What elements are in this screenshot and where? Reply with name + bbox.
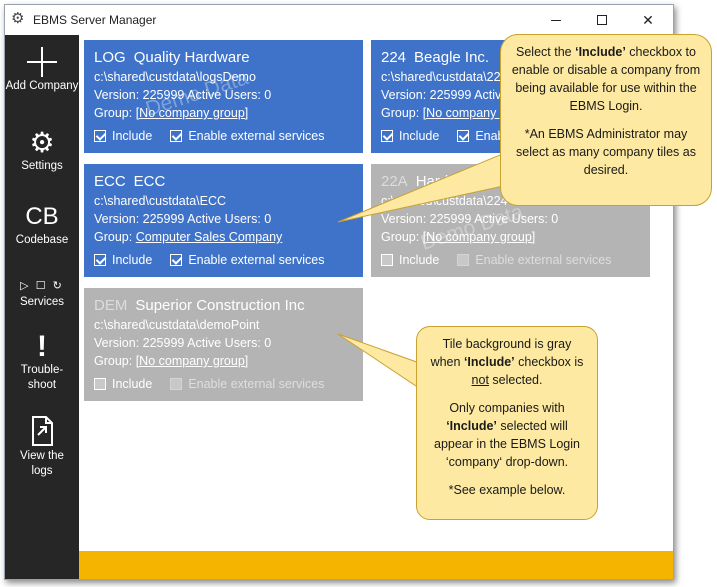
maximize-button[interactable] [579, 5, 625, 35]
minimize-button[interactable] [533, 5, 579, 35]
add-company-label: Add Company [5, 80, 79, 92]
version-value: 225999 [142, 88, 185, 102]
sidebar: Add Company ⚙ Settings CB Codebase ▷ ☐ ↻… [5, 35, 79, 579]
gray-tile-info-callout: Tile background is gray when ‘Include’ c… [416, 326, 598, 520]
codebase-icon: CB [25, 203, 59, 230]
version-label: Version: [381, 212, 427, 226]
checkbox-box [381, 254, 393, 266]
external-services-checkbox[interactable]: Enable external services [170, 129, 325, 143]
version-value: 225999 [142, 336, 185, 350]
include-info-callout: Select the ‘Include’ checkbox to enable … [500, 34, 712, 206]
version-value: 225999 [429, 88, 472, 102]
external-services-checkbox[interactable]: Enable external services [457, 253, 612, 267]
play-stop-restart-icon: ▷ ☐ ↻ [20, 280, 64, 292]
title-bar[interactable]: ⚙ EBMS Server Manager ✕ [5, 5, 673, 35]
company-code: 224 [381, 49, 407, 66]
active-users-value: 0 [264, 336, 272, 350]
checkbox-box [457, 254, 470, 266]
company-path: c:\shared\custdata\demoPoint [94, 318, 260, 332]
version-value: 225999 [142, 212, 185, 226]
status-footer-bar [79, 551, 673, 579]
group-label: Group: [94, 106, 133, 120]
check-icon [457, 130, 470, 142]
company-code: DEM [94, 297, 128, 314]
check-icon [94, 130, 106, 142]
include-checkbox[interactable]: Include [381, 253, 439, 267]
group-label: Group: [94, 230, 133, 244]
view-logs-label: View the logs [20, 450, 64, 477]
company-tile[interactable]: LOG Quality Hardware c:\shared\custdata\l… [84, 40, 363, 153]
export-log-icon [32, 416, 53, 446]
external-services-checkbox[interactable]: Enable external services [170, 377, 325, 391]
settings-button[interactable]: ⚙ Settings [5, 127, 79, 174]
group-link[interactable]: [No company group] [136, 354, 249, 368]
company-name: Hardware [415, 173, 481, 190]
exclamation-icon: ! [37, 330, 47, 363]
company-code: LOG [94, 49, 126, 66]
version-label: Version: [94, 88, 140, 102]
version-label: Version: [94, 336, 140, 350]
version-label: Version: [94, 212, 140, 226]
company-name: Superior Construction Inc [135, 297, 305, 314]
version-label: Version: [381, 88, 427, 102]
add-company-button[interactable]: Add Company [5, 47, 79, 94]
version-value: 225999 [429, 212, 472, 226]
maximize-icon [597, 15, 607, 25]
company-path: c:\shared\custdata\ECC [94, 194, 227, 208]
group-label: Group: [381, 106, 420, 120]
codebase-label: Codebase [15, 234, 69, 246]
view-logs-button[interactable]: View the logs [5, 415, 79, 479]
check-icon [381, 130, 393, 142]
checkbox-box [94, 378, 106, 390]
active-users-label: Active Users: [187, 336, 261, 350]
checkbox-box [170, 378, 183, 390]
plus-icon [27, 47, 57, 77]
external-services-checkbox[interactable]: Enable external services [170, 253, 325, 267]
company-path: c:\shared\custdata\logsDemo [94, 70, 256, 84]
include-checkbox[interactable]: Include [94, 129, 152, 143]
company-name: Quality Hardware [133, 49, 250, 66]
active-users-label: Active Users: [187, 212, 261, 226]
group-label: Group: [381, 230, 420, 244]
codebase-button[interactable]: CB Codebase [5, 201, 79, 248]
services-label: Services [19, 296, 65, 308]
gear-icon: ⚙ [29, 127, 55, 158]
include-checkbox[interactable]: Include [94, 253, 152, 267]
check-icon [94, 254, 106, 266]
window-title: EBMS Server Manager [33, 13, 157, 27]
close-button[interactable]: ✕ [625, 5, 671, 35]
minimize-icon [551, 19, 561, 21]
services-button[interactable]: ▷ ☐ ↻ Services [5, 277, 79, 310]
check-icon [170, 130, 183, 142]
company-tile[interactable]: DEM Superior Construction Inc c:\shared\c… [84, 288, 363, 401]
company-tile[interactable]: ECC ECC c:\shared\custdata\ECC Version: 2… [84, 164, 363, 277]
active-users-value: 0 [264, 212, 272, 226]
include-checkbox[interactable]: Include [381, 129, 439, 143]
active-users-value: 0 [264, 88, 272, 102]
troubleshoot-button[interactable]: ! Trouble-shoot [5, 331, 79, 393]
settings-label: Settings [21, 160, 63, 172]
group-label: Group: [94, 354, 133, 368]
gear-icon: ⚙ [11, 10, 25, 27]
group-link[interactable]: [No company group] [136, 106, 249, 120]
active-users-value: 0 [551, 212, 559, 226]
close-icon: ✕ [642, 12, 654, 28]
company-name: ECC [133, 173, 166, 190]
troubleshoot-label: Trouble-shoot [20, 364, 64, 391]
include-checkbox[interactable]: Include [94, 377, 152, 391]
group-link[interactable]: Computer Sales Company [136, 230, 283, 244]
company-code: ECC [94, 173, 126, 190]
company-code: 22A [381, 173, 408, 190]
company-name: Beagle Inc. [414, 49, 490, 66]
active-users-label: Active Users: [474, 212, 548, 226]
group-link[interactable]: [No company group] [423, 230, 536, 244]
active-users-label: Active Users: [187, 88, 261, 102]
check-icon [170, 254, 183, 266]
